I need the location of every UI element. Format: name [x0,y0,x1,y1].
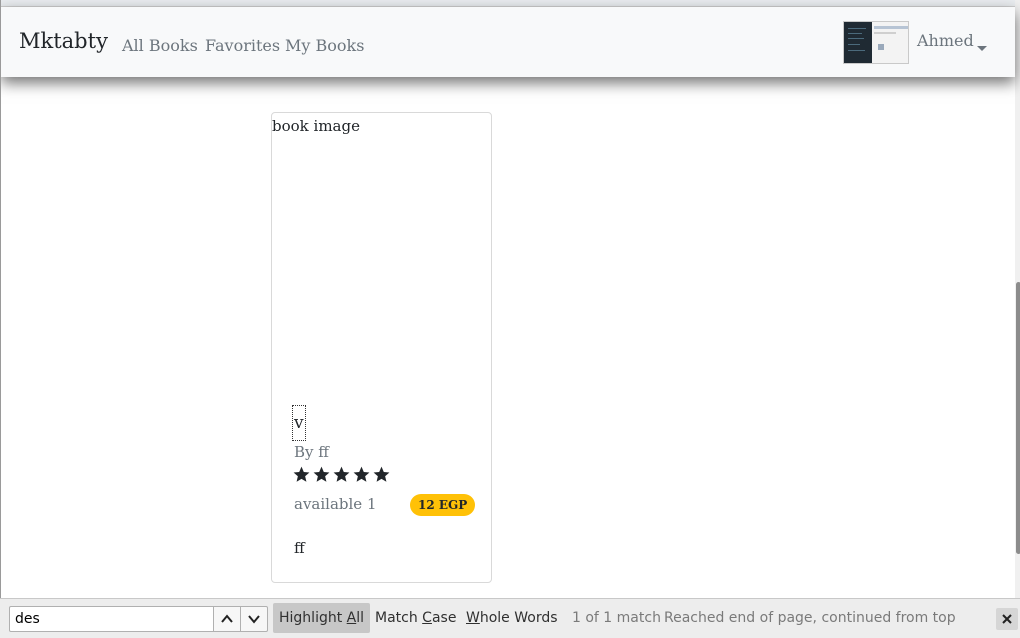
chevron-down-icon [248,615,260,624]
avatar[interactable] [843,21,909,64]
nav-favorites[interactable]: Favorites [205,36,280,55]
star-icon [293,466,310,482]
star-icon [353,466,370,482]
close-icon [1002,614,1012,624]
book-image: book image [272,117,360,135]
star-icon [313,466,330,482]
rating-stars [292,465,391,487]
book-author: By ff [294,443,329,461]
avatar-thumbnail-bar [874,26,908,29]
chevron-up-icon [221,614,233,623]
book-title-link[interactable]: v [292,405,306,441]
star-icon [333,466,350,482]
find-previous-button[interactable] [213,606,241,632]
availability-text: available 1 [294,495,377,513]
match-case-toggle[interactable]: Match Case [375,603,456,633]
page-top-strip [1,0,1015,7]
user-menu-toggle[interactable]: Ahmed [917,31,974,50]
avatar-thumbnail-block [878,44,884,50]
caret-down-icon[interactable] [977,46,987,51]
find-status: Reached end of page, continued from top [664,610,956,626]
browser-viewport: Mktabty All Books Favorites My Books Ahm… [0,0,1020,598]
nav-all-books[interactable]: All Books [122,36,198,55]
price-badge: 12 EGP [410,494,476,516]
find-next-button[interactable] [240,606,268,632]
star-icon [373,466,390,482]
avatar-thumbnail-dark [844,22,872,63]
whole-words-toggle[interactable]: Whole Words [466,603,558,633]
scrollbar-thumb[interactable] [1016,282,1020,554]
brand-logo[interactable]: Mktabty [19,29,108,53]
highlight-all-toggle[interactable]: Highlight All [273,603,371,633]
book-card: book image v By ff available 1 12 EGP ff [271,112,492,583]
vertical-scrollbar[interactable] [1015,0,1020,598]
match-count: 1 of 1 match [572,610,661,626]
avatar-thumbnail-bar [874,32,896,34]
find-bar: Highlight All Match Case Whole Words 1 o… [0,598,1020,638]
book-description: ff [294,539,305,557]
nav-my-books[interactable]: My Books [285,36,364,55]
close-find-button[interactable] [996,608,1018,630]
navbar: Mktabty All Books Favorites My Books Ahm… [1,7,1015,77]
find-input[interactable] [9,606,214,632]
